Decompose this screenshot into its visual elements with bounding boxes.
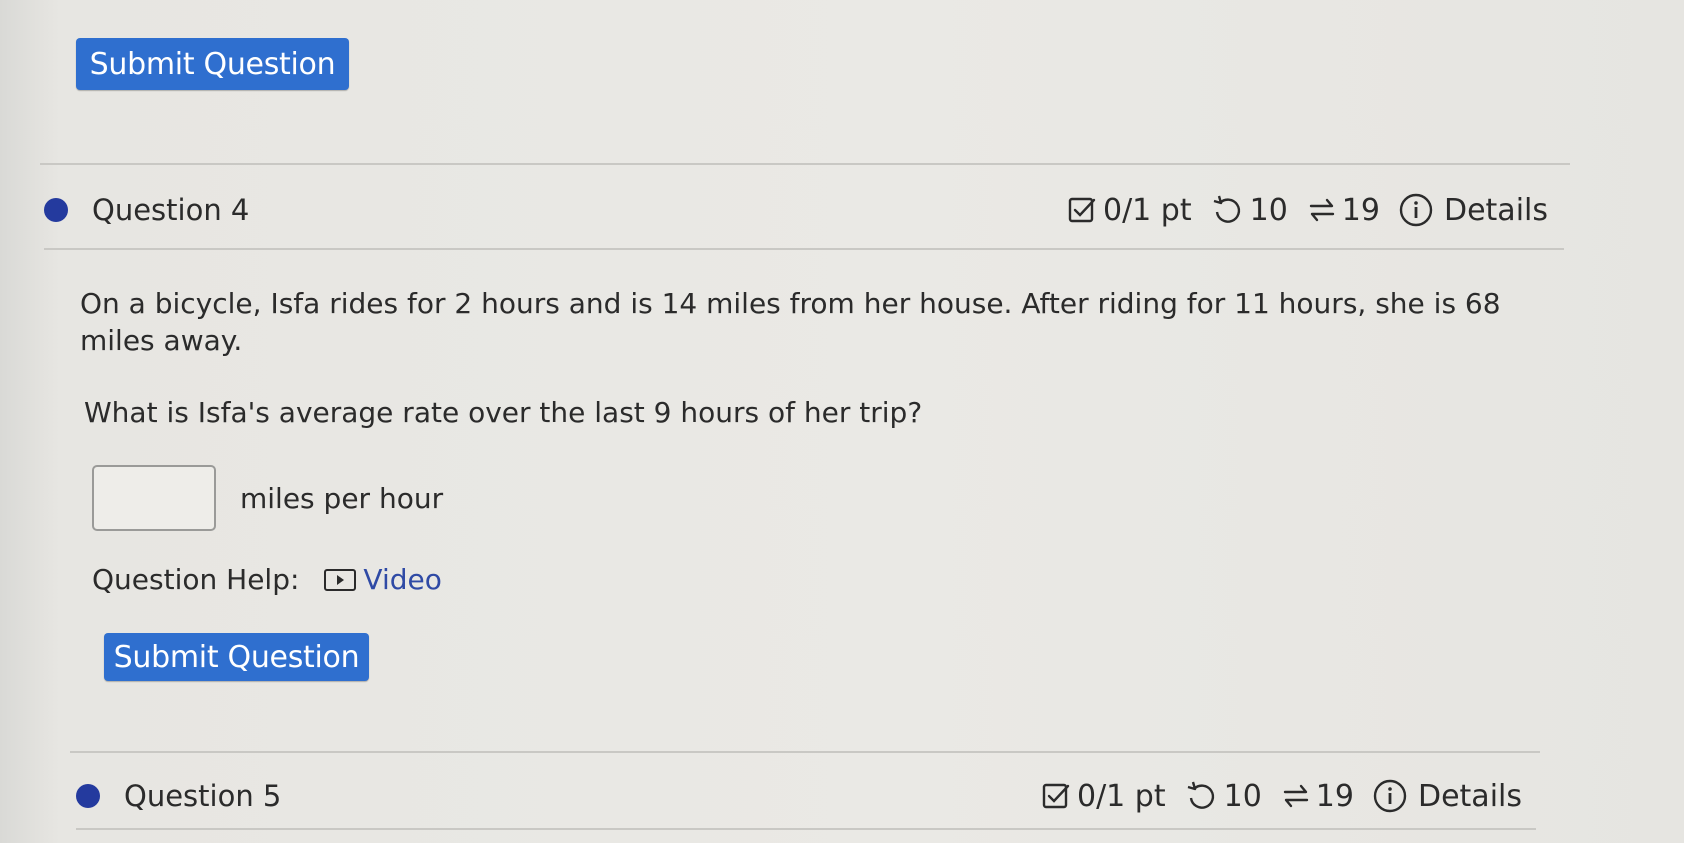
- divider: [40, 163, 1570, 165]
- question-4-title-group: Question 4: [44, 193, 249, 227]
- question-bullet-icon: [76, 784, 100, 808]
- retry-icon: [1184, 781, 1218, 811]
- question-5-title-group: Question 5: [76, 779, 281, 813]
- retries-value: 10: [1223, 778, 1262, 814]
- divider: [70, 751, 1540, 753]
- question-4-meta: 0/1 pt 10 19 Details: [1067, 192, 1548, 228]
- question-5-meta: 0/1 pt 10 19 Details: [1041, 778, 1522, 814]
- answer-input[interactable]: [92, 465, 216, 531]
- attempts-value: 19: [1341, 192, 1380, 228]
- question-4-text: On a bicycle, Isfa rides for 2 hours and…: [80, 287, 1501, 357]
- video-link[interactable]: Video: [363, 561, 441, 598]
- points-value: 0/1 pt: [1102, 192, 1192, 228]
- divider: [44, 248, 1564, 250]
- unit-label: miles per hour: [240, 482, 444, 515]
- info-icon[interactable]: [1398, 192, 1434, 228]
- checkbox-icon: [1067, 195, 1097, 225]
- video-icon[interactable]: [323, 567, 357, 593]
- info-icon[interactable]: [1372, 778, 1408, 814]
- attempts-icon: [1280, 781, 1312, 811]
- retry-icon: [1210, 195, 1244, 225]
- question-4-title: Question 4: [92, 193, 250, 227]
- question-5-title: Question 5: [124, 779, 282, 813]
- details-link[interactable]: Details: [1444, 193, 1548, 228]
- checkbox-icon: [1041, 781, 1071, 811]
- question-help-label: Question Help:: [92, 563, 300, 596]
- question-help: Question Help: Video: [92, 561, 442, 598]
- details-link[interactable]: Details: [1418, 779, 1522, 814]
- submit-question-button[interactable]: Submit Question: [104, 633, 369, 681]
- question-4-prompt: What is Isfa's average rate over the las…: [84, 396, 923, 429]
- attempts-icon: [1306, 195, 1338, 225]
- question-4-header: Question 4 0/1 pt 10 19 Details: [44, 186, 1548, 234]
- page: Submit Question Question 4 0/1 pt 10 19 …: [0, 0, 1684, 843]
- submit-question-button-top[interactable]: Submit Question: [76, 38, 349, 90]
- question-bullet-icon: [44, 198, 68, 222]
- points-value: 0/1 pt: [1076, 778, 1166, 814]
- question-5-header: Question 5 0/1 pt 10 19 Details: [76, 772, 1522, 820]
- divider: [76, 828, 1536, 830]
- retries-value: 10: [1249, 192, 1288, 228]
- attempts-value: 19: [1315, 778, 1354, 814]
